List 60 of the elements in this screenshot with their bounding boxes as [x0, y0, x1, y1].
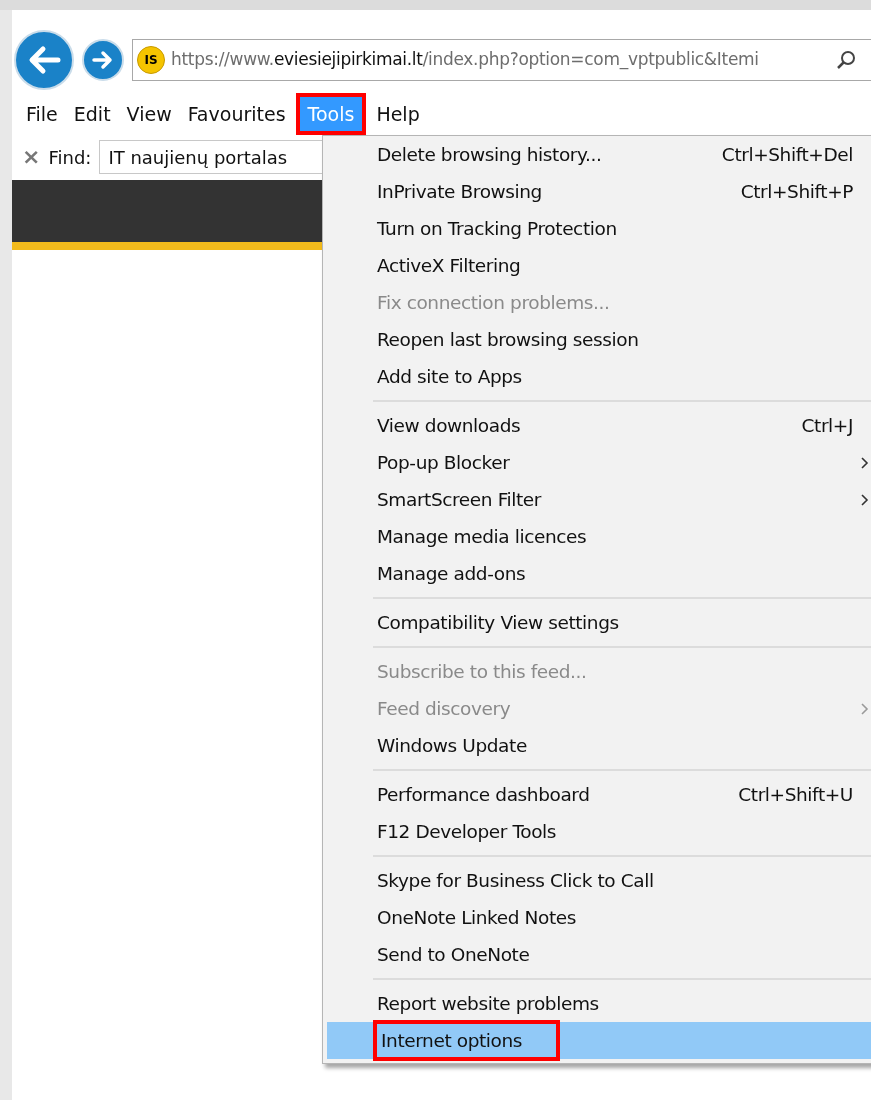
menu-item-label: Compatibility View settings [377, 610, 619, 635]
forward-button[interactable] [82, 39, 124, 81]
menu-item-label: ActiveX Filtering [377, 253, 521, 278]
menu-item[interactable]: ActiveX Filtering [323, 247, 871, 284]
menu-item[interactable]: OneNote Linked Notes [323, 899, 871, 936]
menu-item-label: InPrivate Browsing [377, 179, 542, 204]
menu-item-label: SmartScreen Filter [377, 487, 542, 512]
find-label: Find: [48, 145, 92, 170]
menu-item[interactable]: Performance dashboard Ctrl+Shift+U [323, 776, 871, 813]
menu-bar-item[interactable]: Edit [65, 97, 119, 131]
menu-item-label: Skype for Business Click to Call [377, 868, 654, 893]
menu-item[interactable]: Manage add-ons [323, 555, 871, 592]
menu-item-label: Manage media licences [377, 524, 587, 549]
address-field[interactable]: IS https://www.eviesiejipirkimai.lt/index.php?option=com_vptpublic&Itemi [132, 39, 871, 81]
shortcut-text: Ctrl+J [801, 413, 853, 438]
menu-bar-item[interactable]: File [18, 97, 66, 131]
site-badge: IS [137, 46, 165, 74]
menu-item-label: Send to OneNote [377, 942, 530, 967]
menu-item[interactable]: Skype for Business Click to Call [323, 862, 871, 899]
menu-item-label: View downloads [377, 413, 521, 438]
arrow-right-icon [92, 50, 114, 70]
menu-item[interactable]: Manage media licences [323, 518, 871, 555]
menu-bar-item[interactable]: Help [368, 97, 428, 131]
menu-item[interactable]: Windows Update [323, 727, 871, 764]
shortcut-text: Ctrl+Shift+U [738, 782, 853, 807]
menu-item[interactable]: View downloads Ctrl+J [323, 407, 871, 444]
menu-item-label: Delete browsing history... [377, 142, 602, 167]
menu-item-label: Performance dashboard [377, 782, 590, 807]
menu-item[interactable]: Internet options [327, 1022, 871, 1059]
menu-item-label: Fix connection problems... [377, 290, 610, 315]
shortcut-text: Ctrl+Shift+P [740, 179, 853, 204]
menu-item-label: Windows Update [377, 733, 527, 758]
menu-item-label: Feed discovery [377, 696, 511, 721]
menu-item-label: Report website problems [377, 991, 599, 1016]
menu-bar-item[interactable]: View [118, 97, 180, 131]
close-icon[interactable]: × [22, 146, 41, 168]
menu-item-label: Subscribe to this feed... [377, 659, 587, 684]
arrow-left-icon [27, 45, 61, 75]
menu-item[interactable]: Turn on Tracking Protection [323, 210, 871, 247]
url-text: https://www.eviesiejipirkimai.lt/index.php?option=com_vptpublic&Itemi [171, 48, 759, 72]
menu-item[interactable]: InPrivate Browsing Ctrl+Shift+P [323, 173, 871, 210]
menu-item[interactable]: Send to OneNote [323, 936, 871, 973]
menu-item[interactable]: SmartScreen Filter [323, 481, 871, 518]
menu-item[interactable]: Report website problems [323, 985, 871, 1022]
menu-item-label: Pop-up Blocker [377, 450, 510, 475]
menu-item[interactable]: F12 Developer Tools [323, 813, 871, 850]
back-button[interactable] [14, 30, 74, 90]
menu-item-label: OneNote Linked Notes [377, 905, 576, 930]
shortcut-text: Ctrl+Shift+Del [721, 142, 853, 167]
menu-item-label: F12 Developer Tools [377, 819, 557, 844]
menu-item[interactable]: Reopen last browsing session [323, 321, 871, 358]
menu-item[interactable]: Add site to Apps [323, 358, 871, 395]
menu-item-label: Reopen last browsing session [377, 327, 639, 352]
menu-item-label: Add site to Apps [377, 364, 522, 389]
menu-item-label: Manage add-ons [377, 561, 526, 586]
menu-item[interactable]: Pop-up Blocker [323, 444, 871, 481]
menu-bar-item[interactable]: Favourites [179, 97, 294, 131]
search-icon[interactable] [835, 49, 857, 71]
menu-item[interactable]: Compatibility View settings [323, 604, 871, 641]
menu-item-label: Turn on Tracking Protection [377, 216, 617, 241]
